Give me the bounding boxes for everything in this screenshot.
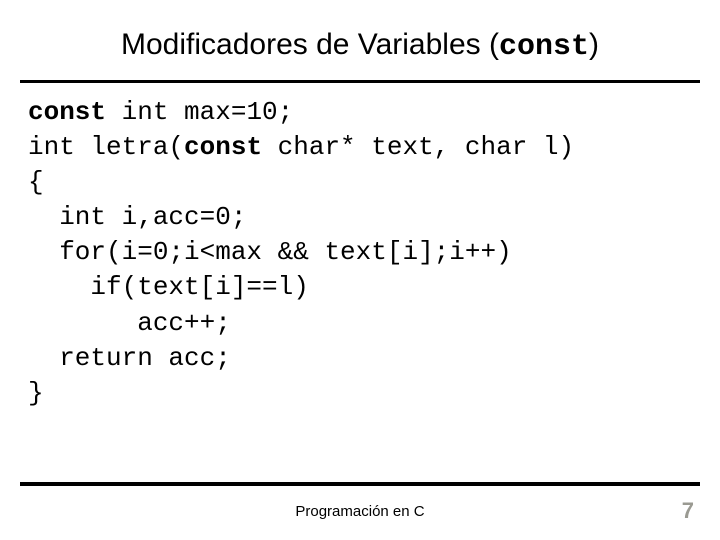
page-number: 7 bbox=[682, 498, 694, 524]
code-text: int letra( bbox=[28, 132, 184, 162]
code-line-7: return acc; bbox=[28, 341, 692, 376]
code-text: int max=10; bbox=[106, 97, 293, 127]
keyword-const: const bbox=[28, 97, 106, 127]
title-mono: const bbox=[499, 30, 589, 64]
code-line-3: int i,acc=0; bbox=[28, 200, 692, 235]
code-line-8: } bbox=[28, 376, 692, 411]
code-text: char* text, char l) bbox=[262, 132, 574, 162]
code-line-2: { bbox=[28, 165, 692, 200]
code-line-0: const int max=10; bbox=[28, 95, 692, 130]
code-line-5: if(text[i]==l) bbox=[28, 270, 692, 305]
title-suffix: ) bbox=[589, 28, 599, 61]
code-line-4: for(i=0;i<max && text[i];i++) bbox=[28, 235, 692, 270]
slide-title: Modificadores de Variables (const) bbox=[0, 0, 720, 80]
code-block: const int max=10; int letra(const char* … bbox=[0, 83, 720, 411]
footer-title: Programación en C bbox=[0, 503, 720, 520]
slide: Modificadores de Variables (const) const… bbox=[0, 0, 720, 540]
title-prefix: Modificadores de Variables ( bbox=[121, 28, 499, 61]
divider-bottom bbox=[20, 482, 700, 486]
keyword-const: const bbox=[184, 132, 262, 162]
code-line-6: acc++; bbox=[28, 306, 692, 341]
code-line-1: int letra(const char* text, char l) bbox=[28, 130, 692, 165]
